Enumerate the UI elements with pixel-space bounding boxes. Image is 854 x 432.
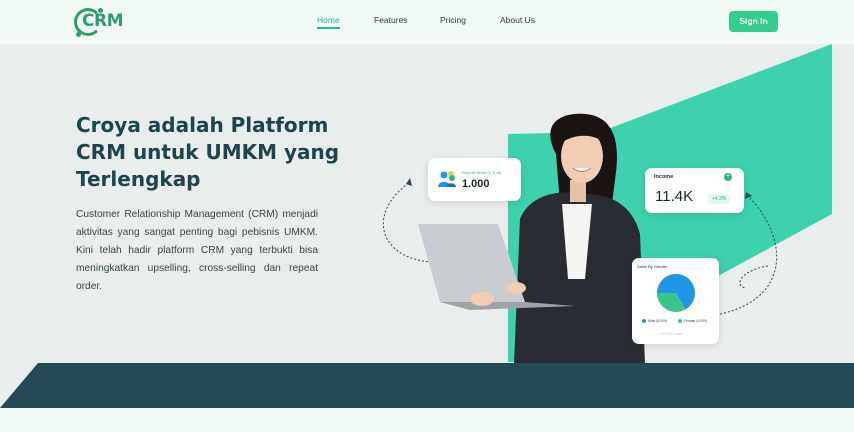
nav-link-features[interactable]: Features [374, 15, 408, 25]
legend-male-label: Male (8,000) [648, 319, 668, 323]
dark-bottom-band [0, 363, 854, 408]
legend-female-label: Female (4,000) [684, 319, 707, 323]
nav-link-home[interactable]: Home [317, 15, 340, 25]
users-icon [438, 171, 456, 187]
legend-female-dot [678, 319, 682, 324]
income-growth-badge: +4.3% [708, 194, 731, 204]
logo-text: CRM [82, 11, 123, 31]
next-section-strip [0, 408, 854, 432]
logo[interactable]: CRM [74, 6, 123, 38]
active-underline [317, 27, 340, 29]
band-diagonal-edge [0, 363, 38, 408]
sales-by-gender-label: Sales By Gender [637, 264, 668, 269]
legend-male: Male (8,000) [642, 319, 668, 324]
income-label: Income [654, 174, 674, 180]
sign-in-button[interactable]: Sign In [729, 11, 778, 32]
data-count-label: 10,000 Data [660, 331, 682, 336]
repeat-order-value: 1.000 [462, 178, 490, 190]
legend-male-dot [642, 319, 646, 324]
sales-by-gender-pie-chart [657, 274, 695, 312]
top-navbar: CRM Home Features Pricing About Us Sign … [0, 0, 854, 44]
nav-link-about-us[interactable]: About Us [500, 15, 535, 25]
income-card: Income + 11.4K +4.3% [645, 168, 744, 213]
legend-female: Female (4,000) [678, 319, 707, 324]
hero-section: Croya adalah Platform CRM untuk UMKM yan… [0, 44, 854, 364]
income-value: 11.4K [655, 188, 694, 205]
nav-link-pricing[interactable]: Pricing [440, 15, 466, 25]
logo-dot-icon [76, 32, 81, 37]
repeat-order-label: Repeat Order (U.S.dt) [462, 170, 502, 175]
repeat-order-card: Repeat Order (U.S.dt) 1.000 [428, 158, 521, 201]
plus-icon: + [724, 173, 732, 181]
sales-by-gender-card: Sales By Gender Male (8,000) Female (4,0… [632, 258, 719, 344]
